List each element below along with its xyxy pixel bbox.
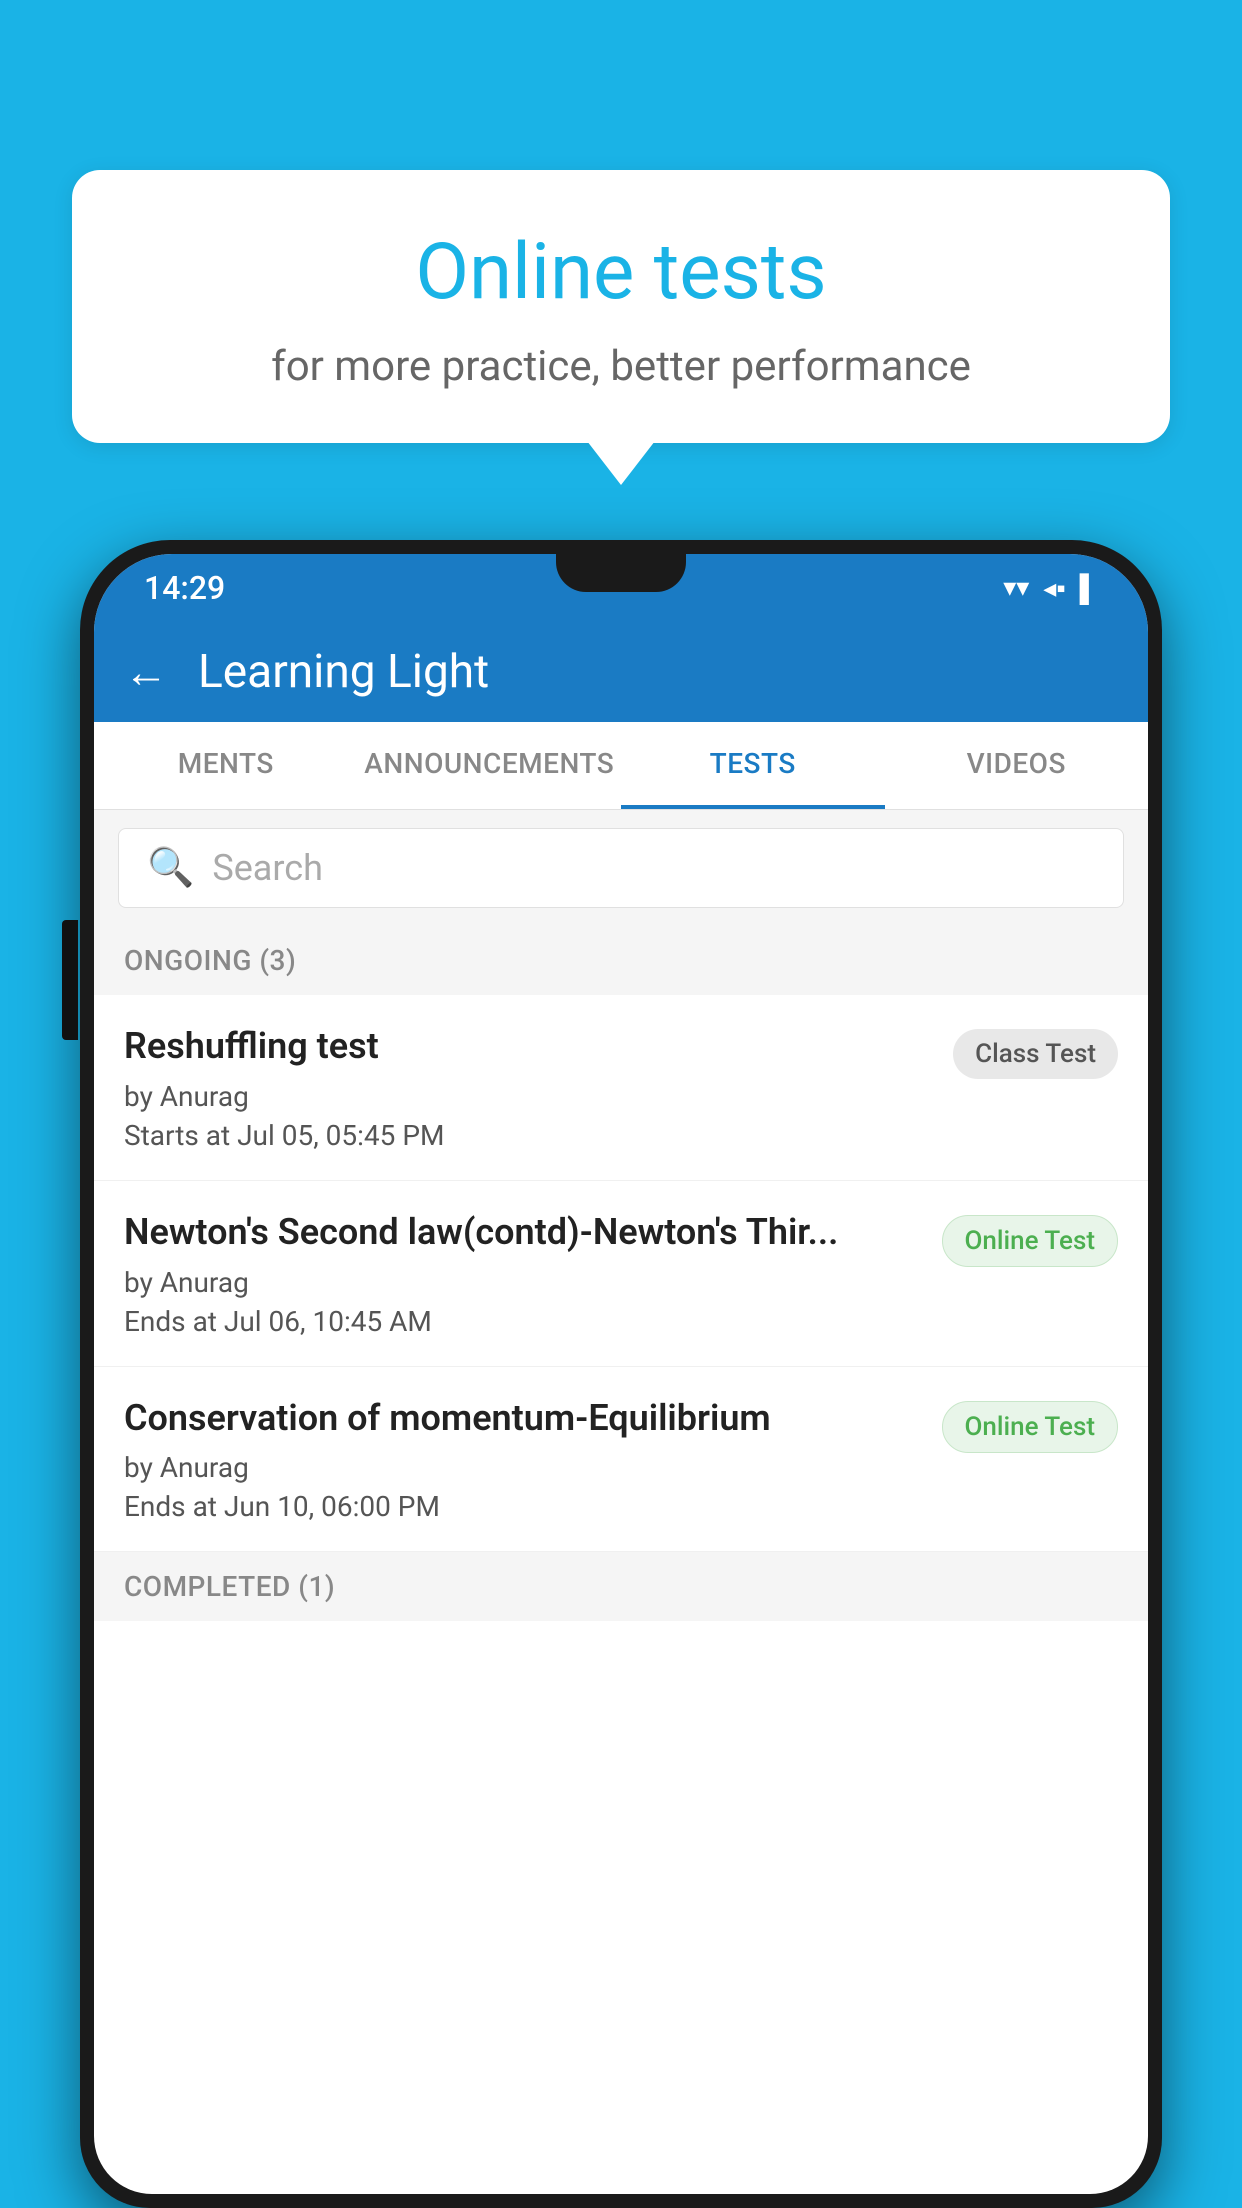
test-badge-2: Online Test bbox=[942, 1215, 1119, 1267]
test-by-2: by Anurag bbox=[124, 1266, 922, 1299]
app-header: ← Learning Light bbox=[94, 622, 1148, 722]
status-time: 14:29 bbox=[144, 569, 225, 607]
completed-section-header: COMPLETED (1) bbox=[94, 1552, 1148, 1621]
tab-tests[interactable]: TESTS bbox=[621, 722, 885, 809]
back-button[interactable]: ← bbox=[124, 646, 168, 698]
search-icon: 🔍 bbox=[147, 846, 194, 890]
test-badge-3: Online Test bbox=[942, 1401, 1119, 1453]
test-by-3: by Anurag bbox=[124, 1451, 922, 1484]
tests-list: Reshuffling test by Anurag Starts at Jul… bbox=[94, 995, 1148, 1552]
wifi-icon: ▾▾ bbox=[1003, 573, 1029, 603]
search-input[interactable]: Search bbox=[212, 847, 323, 889]
test-info-2: Newton's Second law(contd)-Newton's Thir… bbox=[124, 1209, 942, 1338]
test-item-2[interactable]: Newton's Second law(contd)-Newton's Thir… bbox=[94, 1181, 1148, 1367]
test-date-1: Starts at Jul 05, 05:45 PM bbox=[124, 1119, 933, 1152]
test-by-1: by Anurag bbox=[124, 1080, 933, 1113]
status-icons: ▾▾ ◂▪ ▌ bbox=[1003, 573, 1098, 604]
test-info-3: Conservation of momentum-Equilibrium by … bbox=[124, 1395, 942, 1524]
phone-screen: 14:29 ▾▾ ◂▪ ▌ ← Learning Light MENTS ANN… bbox=[94, 554, 1148, 2194]
test-item-3[interactable]: Conservation of momentum-Equilibrium by … bbox=[94, 1367, 1148, 1553]
speech-bubble: Online tests for more practice, better p… bbox=[72, 170, 1170, 443]
bubble-title: Online tests bbox=[132, 226, 1110, 320]
test-item-1[interactable]: Reshuffling test by Anurag Starts at Jul… bbox=[94, 995, 1148, 1181]
search-container: 🔍 Search bbox=[94, 810, 1148, 926]
test-date-2: Ends at Jul 06, 10:45 AM bbox=[124, 1305, 922, 1338]
test-name-2: Newton's Second law(contd)-Newton's Thir… bbox=[124, 1209, 922, 1256]
test-badge-1: Class Test bbox=[953, 1029, 1118, 1079]
app-title: Learning Light bbox=[198, 645, 489, 699]
tab-videos[interactable]: VIDEOS bbox=[885, 722, 1149, 809]
test-info-1: Reshuffling test by Anurag Starts at Jul… bbox=[124, 1023, 953, 1152]
tab-ments[interactable]: MENTS bbox=[94, 722, 358, 809]
phone-notch bbox=[556, 554, 686, 592]
battery-icon: ▌ bbox=[1080, 573, 1098, 604]
ongoing-section-header: ONGOING (3) bbox=[94, 926, 1148, 995]
test-date-3: Ends at Jun 10, 06:00 PM bbox=[124, 1490, 922, 1523]
phone-device: 14:29 ▾▾ ◂▪ ▌ ← Learning Light MENTS ANN… bbox=[80, 540, 1162, 2208]
test-name-1: Reshuffling test bbox=[124, 1023, 933, 1070]
search-bar[interactable]: 🔍 Search bbox=[118, 828, 1124, 908]
signal-icon: ◂▪ bbox=[1043, 573, 1065, 604]
tab-announcements[interactable]: ANNOUNCEMENTS bbox=[358, 722, 622, 809]
bubble-subtitle: for more practice, better performance bbox=[132, 342, 1110, 391]
tab-bar: MENTS ANNOUNCEMENTS TESTS VIDEOS bbox=[94, 722, 1148, 810]
test-name-3: Conservation of momentum-Equilibrium bbox=[124, 1395, 922, 1442]
